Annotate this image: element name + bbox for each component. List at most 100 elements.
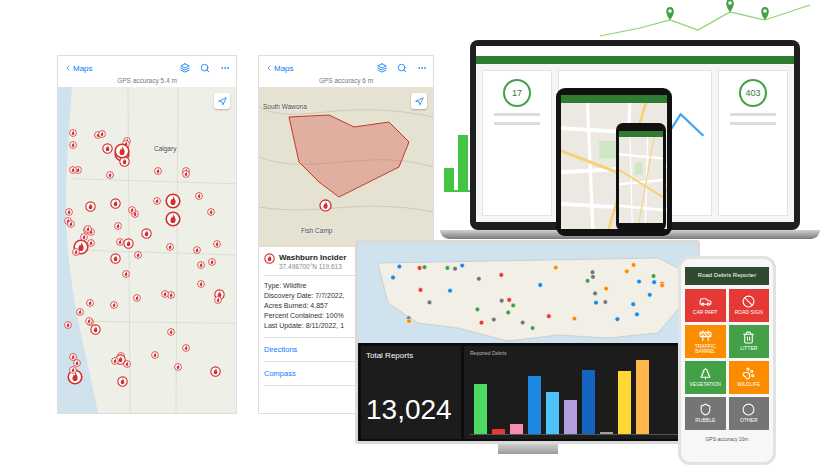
fire-icon[interactable] [128,206,136,214]
report-marker[interactable] [511,303,516,308]
fire-icon[interactable] [69,129,77,137]
debris-map[interactable] [358,243,697,343]
fire-icon[interactable] [182,170,190,178]
fire-icon[interactable] [110,301,118,309]
fire-icon[interactable] [72,248,80,256]
fire-pin[interactable] [85,201,96,212]
fire-pin[interactable] [154,167,162,175]
fire-icon[interactable] [85,201,96,212]
chart-bar[interactable] [546,392,559,434]
report-marker[interactable] [427,300,432,305]
report-marker[interactable] [391,275,396,280]
fire-icon[interactable] [154,167,162,175]
report-marker[interactable] [417,266,422,271]
chart-bar[interactable] [492,429,505,434]
more-icon[interactable] [220,63,230,73]
fire-pin[interactable] [208,258,216,266]
category-tile[interactable]: ROAD SIGN [729,289,770,322]
fire-icon[interactable] [76,308,84,316]
fire-pin[interactable] [69,166,77,174]
fire-icon[interactable] [193,246,201,254]
fire-pin[interactable] [141,228,152,239]
fire-icon[interactable] [122,270,130,278]
fire-icon[interactable] [210,366,221,377]
locate-button[interactable] [411,93,427,109]
fire-pin[interactable] [114,222,122,230]
phone-map[interactable] [619,137,663,223]
fire-icon[interactable] [264,253,275,264]
fire-pin[interactable] [69,129,77,137]
chart-bar[interactable] [510,424,523,434]
report-marker[interactable] [499,298,504,303]
fire-pin[interactable] [207,208,215,216]
fire-icon[interactable] [319,199,332,212]
report-marker[interactable] [460,263,465,268]
report-marker[interactable] [585,278,590,283]
fire-pin[interactable] [110,198,121,209]
report-marker[interactable] [593,291,598,296]
report-marker[interactable] [651,274,656,279]
category-tile[interactable]: TRAFFIC BARREL [685,325,726,358]
fire-icon[interactable] [69,141,77,149]
fire-pin[interactable] [98,130,106,138]
fire-icon[interactable] [110,198,121,209]
report-marker[interactable] [422,265,427,270]
report-marker[interactable] [448,288,453,293]
fire-pin[interactable] [110,253,121,264]
search-icon[interactable] [397,63,407,73]
chart-bar[interactable] [582,370,595,434]
fire-pin[interactable] [76,308,84,316]
fire-icon[interactable] [84,225,92,233]
fire-icon[interactable] [64,321,72,329]
report-marker[interactable] [631,302,636,307]
report-marker[interactable] [538,283,543,288]
fire-icon[interactable] [182,344,190,352]
fire-pin[interactable] [102,143,113,154]
fire-icon[interactable] [214,296,222,304]
report-marker[interactable] [491,317,496,322]
report-marker[interactable] [572,316,577,321]
fire-pin[interactable] [213,240,221,248]
fire-pin[interactable] [182,344,190,352]
fire-pin[interactable] [193,246,201,254]
chart-bar[interactable] [474,384,487,434]
report-marker[interactable] [530,326,535,331]
incident-map[interactable]: South WawonaFish Camp [259,87,433,247]
report-marker[interactable] [418,288,423,293]
fire-pin[interactable] [128,206,136,214]
fire-pin[interactable] [80,233,88,241]
report-marker[interactable] [594,300,599,305]
category-tile[interactable]: VEGETATION [685,361,726,394]
fire-pin[interactable] [90,324,101,335]
fire-pin[interactable] [65,208,73,216]
fire-icon[interactable] [174,363,182,371]
fire-icon[interactable] [195,192,203,200]
fire-pin[interactable] [182,170,190,178]
back-button[interactable]: Maps [64,64,93,73]
fire-pin[interactable] [174,363,182,371]
fire-icon[interactable] [208,258,216,266]
report-marker[interactable] [635,312,640,317]
report-marker[interactable] [660,283,665,288]
report-marker[interactable] [475,307,480,312]
report-marker[interactable] [647,292,652,297]
fire-pin[interactable] [106,171,114,179]
fire-icon[interactable] [102,143,113,154]
fire-pin[interactable] [133,294,141,302]
report-marker[interactable] [445,266,450,271]
category-tile[interactable]: OTHER [729,397,770,430]
fire-pin[interactable] [69,141,77,149]
fire-pin[interactable] [116,238,124,246]
fire-icon[interactable] [141,228,152,239]
report-marker[interactable] [507,298,512,303]
more-icon[interactable] [417,63,427,73]
category-tile[interactable]: LITTER [729,325,770,358]
report-marker[interactable] [591,274,596,279]
fire-pin[interactable] [67,220,75,228]
report-marker[interactable] [590,270,595,275]
fire-icon[interactable] [69,166,77,174]
fire-icon[interactable] [85,317,93,325]
fire-icon[interactable] [67,220,75,228]
report-marker[interactable] [476,276,481,281]
fire-icon[interactable] [73,359,81,367]
